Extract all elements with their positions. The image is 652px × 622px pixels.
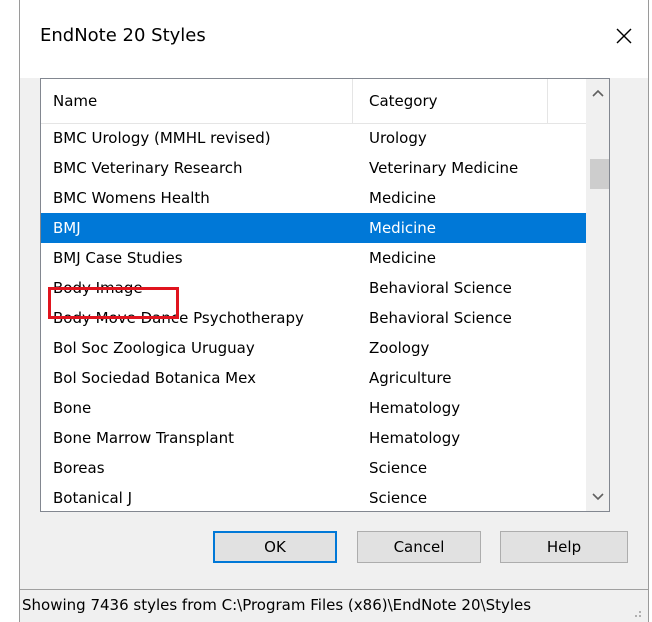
list-item[interactable]: Bone Marrow Transplant Hematology xyxy=(41,423,586,453)
list-item[interactable]: BMC Veterinary Research Veterinary Medici… xyxy=(41,153,586,183)
scroll-down-button[interactable] xyxy=(586,485,609,509)
annotation-highlight-box xyxy=(48,287,179,319)
list-item[interactable]: Bol Sociedad Botanica Mex Agriculture xyxy=(41,363,586,393)
style-category: Agriculture xyxy=(369,369,452,387)
style-category: Medicine xyxy=(369,219,437,237)
style-name: BMJ xyxy=(53,219,81,237)
style-category: Science xyxy=(369,459,428,477)
column-header-category[interactable]: Category xyxy=(353,79,548,123)
column-header-name[interactable]: Name xyxy=(41,79,353,123)
style-name: BMJ Case Studies xyxy=(53,249,183,267)
scroll-thumb[interactable] xyxy=(590,159,609,189)
style-name: Botanical J xyxy=(53,489,133,507)
list-item[interactable]: BMJ Case Studies Medicine xyxy=(41,243,586,273)
close-icon xyxy=(616,28,632,44)
list-item[interactable]: Botanical J Science xyxy=(41,483,586,511)
title-bar: EndNote 20 Styles xyxy=(20,0,648,78)
status-text: Showing 7436 styles from C:\Program File… xyxy=(22,596,532,614)
list-item[interactable]: Bol Soc Zoologica Uruguay Zoology xyxy=(41,333,586,363)
help-button[interactable]: Help xyxy=(500,531,628,563)
vertical-scrollbar[interactable] xyxy=(586,79,609,511)
style-name: Bone xyxy=(53,399,92,417)
style-name: BMC Urology (MMHL revised) xyxy=(53,129,271,147)
style-name: Boreas xyxy=(53,459,105,477)
style-category: Behavioral Science xyxy=(369,309,512,327)
styles-list[interactable]: Name Category BMC Urology (MMHL revised)… xyxy=(40,78,610,512)
style-category: Behavioral Science xyxy=(369,279,512,297)
style-category: Urology xyxy=(369,129,427,147)
list-item[interactable]: Boreas Science xyxy=(41,453,586,483)
status-bar: Showing 7436 styles from C:\Program File… xyxy=(20,589,648,622)
style-category: Hematology xyxy=(369,399,461,417)
chevron-up-icon xyxy=(591,89,604,97)
chevron-down-icon xyxy=(591,493,604,501)
style-name: Bol Soc Zoologica Uruguay xyxy=(53,339,255,357)
list-item[interactable]: BMC Womens Health Medicine xyxy=(41,183,586,213)
style-name: Bol Sociedad Botanica Mex xyxy=(53,369,256,387)
style-name: BMC Womens Health xyxy=(53,189,210,207)
scroll-up-button[interactable] xyxy=(586,81,609,105)
cancel-button[interactable]: Cancel xyxy=(357,531,481,563)
window-title: EndNote 20 Styles xyxy=(40,25,206,46)
style-name: Bone Marrow Transplant xyxy=(53,429,234,447)
style-category: Medicine xyxy=(369,189,437,207)
ok-button[interactable]: OK xyxy=(213,531,337,563)
style-category: Veterinary Medicine xyxy=(369,159,519,177)
style-name: BMC Veterinary Research xyxy=(53,159,243,177)
style-category: Medicine xyxy=(369,249,437,267)
close-button[interactable] xyxy=(606,18,642,54)
list-item[interactable]: BMJ Medicine xyxy=(41,213,586,243)
style-category: Hematology xyxy=(369,429,461,447)
style-category: Science xyxy=(369,489,428,507)
styles-dialog: EndNote 20 Styles Name Category BMC Urol… xyxy=(19,0,649,622)
list-header: Name Category xyxy=(41,79,586,124)
list-item[interactable]: BMC Urology (MMHL revised) Urology xyxy=(41,123,586,153)
list-item[interactable]: Bone Hematology xyxy=(41,393,586,423)
style-category: Zoology xyxy=(369,339,430,357)
resize-grip-icon[interactable] xyxy=(630,606,642,618)
